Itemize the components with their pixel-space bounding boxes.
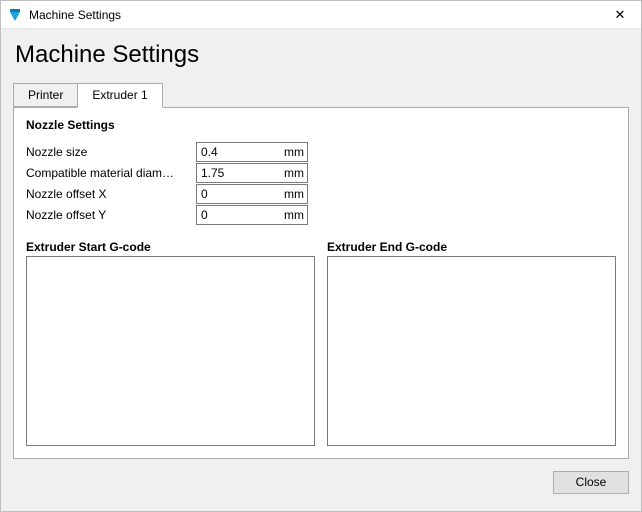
gcode-row: Extruder Start G-code Extruder End G-cod… [26,240,616,446]
field-material-diameter: Compatible material diam… mm [26,163,326,183]
tab-pane-extruder-1: Nozzle Settings Nozzle size mm Compatibl… [13,107,629,459]
field-offset-y: Nozzle offset Y mm [26,205,326,225]
titlebar: Machine Settings ✕ [1,1,641,29]
textarea-start-gcode[interactable] [26,256,315,446]
input-offset-y[interactable] [196,205,308,225]
gcode-start-col: Extruder Start G-code [26,240,315,446]
label-nozzle-size: Nozzle size [26,145,196,159]
label-material-diameter: Compatible material diam… [26,166,196,180]
field-offset-x: Nozzle offset X mm [26,184,326,204]
textarea-end-gcode[interactable] [327,256,616,446]
dialog-footer: Close [13,459,629,499]
close-icon: ✕ [615,7,626,23]
tab-printer[interactable]: Printer [13,83,78,107]
field-nozzle-size: Nozzle size mm [26,142,326,162]
window-title: Machine Settings [29,8,121,22]
label-offset-y: Nozzle offset Y [26,208,196,222]
client-area: Machine Settings Printer Extruder 1 Nozz… [1,29,641,511]
tab-extruder-1[interactable]: Extruder 1 [77,83,162,108]
gcode-end-col: Extruder End G-code [327,240,616,446]
label-end-gcode: Extruder End G-code [327,240,616,254]
input-material-diameter[interactable] [196,163,308,183]
label-offset-x: Nozzle offset X [26,187,196,201]
label-start-gcode: Extruder Start G-code [26,240,315,254]
tabstrip: Printer Extruder 1 [13,83,629,107]
nozzle-settings-title: Nozzle Settings [26,118,616,132]
tab-extruder-1-label: Extruder 1 [92,88,147,102]
input-offset-x[interactable] [196,184,308,204]
close-button[interactable]: Close [553,471,629,494]
tab-printer-label: Printer [28,88,63,102]
machine-settings-window: Machine Settings ✕ Machine Settings Prin… [0,0,642,512]
cura-icon [7,7,23,23]
page-title: Machine Settings [15,41,629,69]
input-nozzle-size[interactable] [196,142,308,162]
window-close-button[interactable]: ✕ [599,1,641,29]
nozzle-settings-fields: Nozzle size mm Compatible material diam…… [26,142,326,226]
